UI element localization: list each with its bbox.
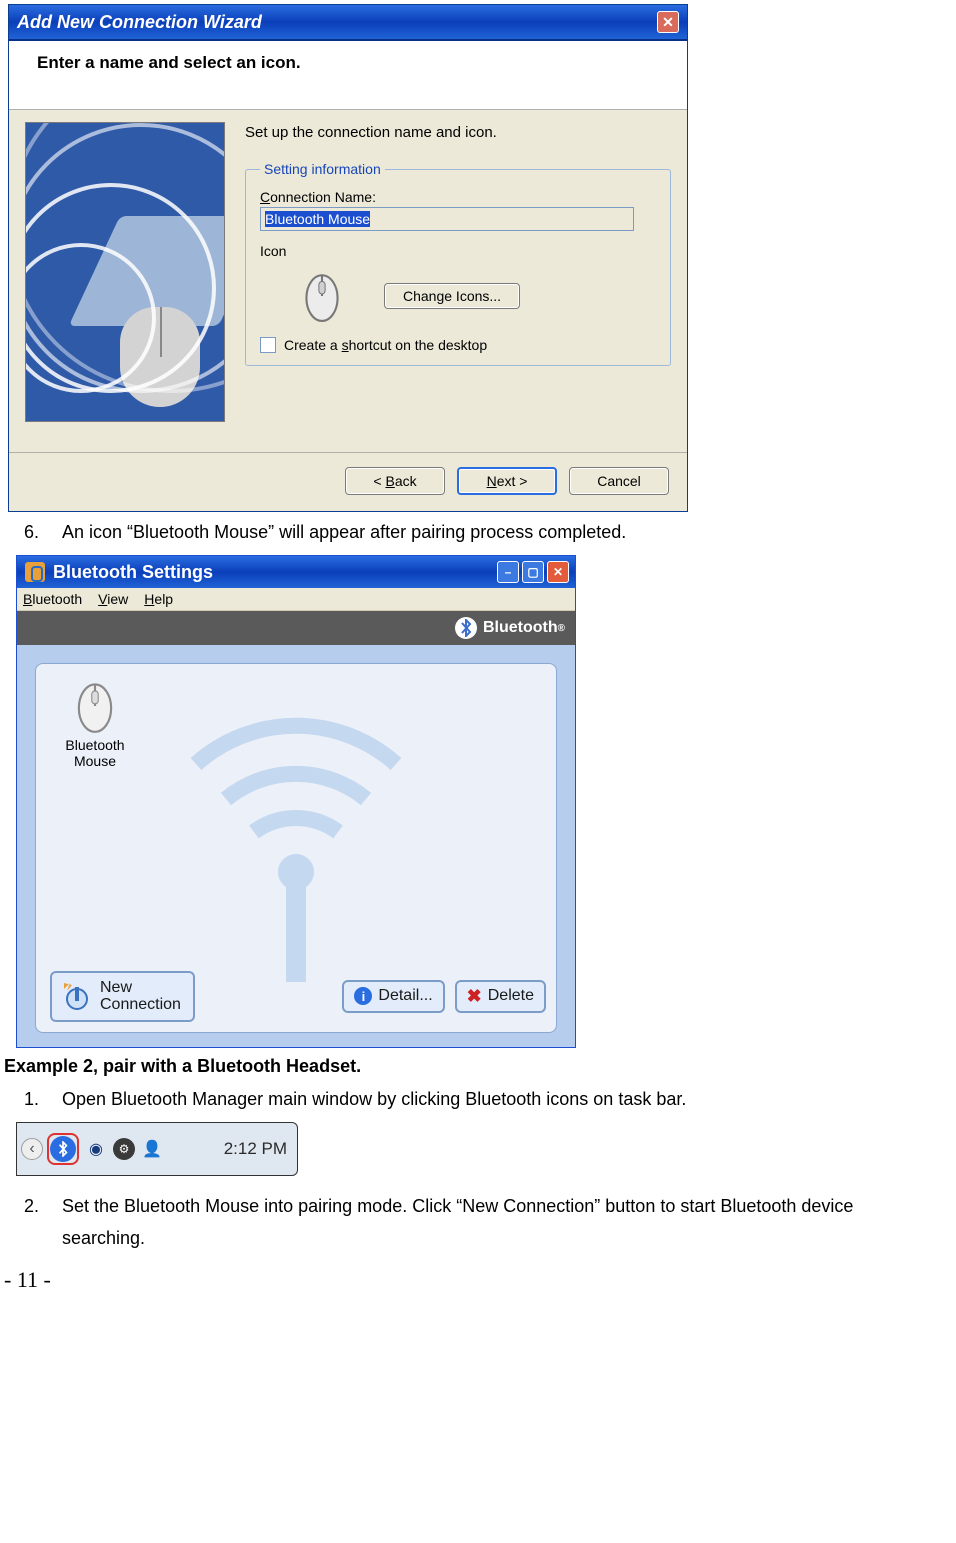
delete-icon: ✖ <box>467 986 482 1007</box>
delete-button[interactable]: ✖ Delete <box>455 980 546 1013</box>
step-number: 2. <box>24 1190 44 1255</box>
example-2-heading: Example 2, pair with a Bluetooth Headset… <box>4 1056 952 1077</box>
step-number: 6. <box>24 522 44 543</box>
next-button[interactable]: Next > <box>457 467 557 495</box>
new-connection-icon <box>60 979 94 1013</box>
detail-button[interactable]: i Detail... <box>342 980 444 1013</box>
cancel-button[interactable]: Cancel <box>569 467 669 495</box>
menu-bluetooth[interactable]: Bluetooth <box>23 591 82 607</box>
mouse-icon <box>70 678 120 734</box>
step-1: 1. Open Bluetooth Manager main window by… <box>24 1089 920 1110</box>
close-icon[interactable]: ✕ <box>547 561 569 583</box>
devices-panel: Bluetooth Mouse New Connection i <box>35 663 557 1033</box>
wizard-header-text: Enter a name and select an icon. <box>37 53 301 72</box>
step-2: 2. Set the Bluetooth Mouse into pairing … <box>24 1190 920 1255</box>
device-item[interactable]: Bluetooth Mouse <box>50 678 140 769</box>
setting-legend: Setting information <box>260 161 385 177</box>
bt-app-icon <box>25 562 45 582</box>
brand-text: Bluetooth <box>483 619 558 637</box>
delete-label: Delete <box>488 987 534 1005</box>
wizard-title: Add New Connection Wizard <box>17 12 262 33</box>
step-text: Open Bluetooth Manager main window by cl… <box>62 1089 686 1110</box>
wizard-titlebar[interactable]: Add New Connection Wizard ✕ <box>9 5 687 41</box>
wizard-illustration <box>25 122 225 422</box>
add-connection-wizard-window: Add New Connection Wizard ✕ Enter a name… <box>8 4 688 512</box>
connection-name-label: Connection Name: <box>260 189 658 205</box>
menu-help[interactable]: Help <box>144 591 173 607</box>
tray-clock: 2:12 PM <box>224 1139 287 1159</box>
tray-expand-icon[interactable]: ‹ <box>21 1138 43 1160</box>
wizard-header: Enter a name and select an icon. <box>9 41 687 110</box>
shortcut-label: Create a shortcut on the desktop <box>284 337 487 353</box>
shortcut-checkbox[interactable] <box>260 337 276 353</box>
setting-information-group: Setting information Connection Name: Blu… <box>245 161 671 366</box>
icon-label: Icon <box>260 243 658 259</box>
user-tray-icon[interactable]: 👤 <box>139 1136 165 1162</box>
bt-titlebar[interactable]: Bluetooth Settings – ▢ ✕ <box>17 556 575 588</box>
globe-tray-icon[interactable]: ◉ <box>83 1136 109 1162</box>
menu-bar: Bluetooth View Help <box>17 588 575 611</box>
bluetooth-tray-icon[interactable] <box>50 1136 76 1162</box>
change-icons-button[interactable]: Change Icons... <box>384 283 520 309</box>
step-number: 1. <box>24 1089 44 1110</box>
bluetooth-brand-bar: Bluetooth® <box>17 611 575 645</box>
new-connection-label: New Connection <box>100 979 181 1014</box>
connection-name-input[interactable]: Bluetooth Mouse <box>260 207 634 231</box>
bluetooth-logo-icon <box>455 617 477 639</box>
wizard-footer: < Back Next > Cancel <box>9 453 687 511</box>
step-text: Set the Bluetooth Mouse into pairing mod… <box>62 1190 920 1255</box>
page-number: - 11 - <box>4 1267 952 1293</box>
mouse-icon <box>300 269 344 323</box>
menu-view[interactable]: View <box>98 591 128 607</box>
detail-label: Detail... <box>378 987 432 1005</box>
wizard-hint: Set up the connection name and icon. <box>245 122 671 157</box>
bluetooth-tray-highlight <box>47 1133 79 1165</box>
taskbar-tray: ‹ ◉ ⚙ 👤 2:12 PM <box>16 1122 298 1176</box>
connection-name-value: Bluetooth Mouse <box>265 211 370 227</box>
bluetooth-settings-window: Bluetooth Settings – ▢ ✕ Bluetooth View … <box>16 555 576 1048</box>
maximize-icon[interactable]: ▢ <box>522 561 544 583</box>
device-label: Bluetooth Mouse <box>50 737 140 769</box>
step-6: 6. An icon “Bluetooth Mouse” will appear… <box>24 522 920 543</box>
close-icon[interactable]: ✕ <box>657 11 679 33</box>
back-button[interactable]: < Back <box>345 467 445 495</box>
info-icon: i <box>354 987 372 1005</box>
antenna-icon <box>136 704 456 984</box>
minimize-icon[interactable]: – <box>497 561 519 583</box>
shield-tray-icon[interactable]: ⚙ <box>113 1138 135 1160</box>
bt-title: Bluetooth Settings <box>53 562 213 583</box>
step-text: An icon “Bluetooth Mouse” will appear af… <box>62 522 626 543</box>
